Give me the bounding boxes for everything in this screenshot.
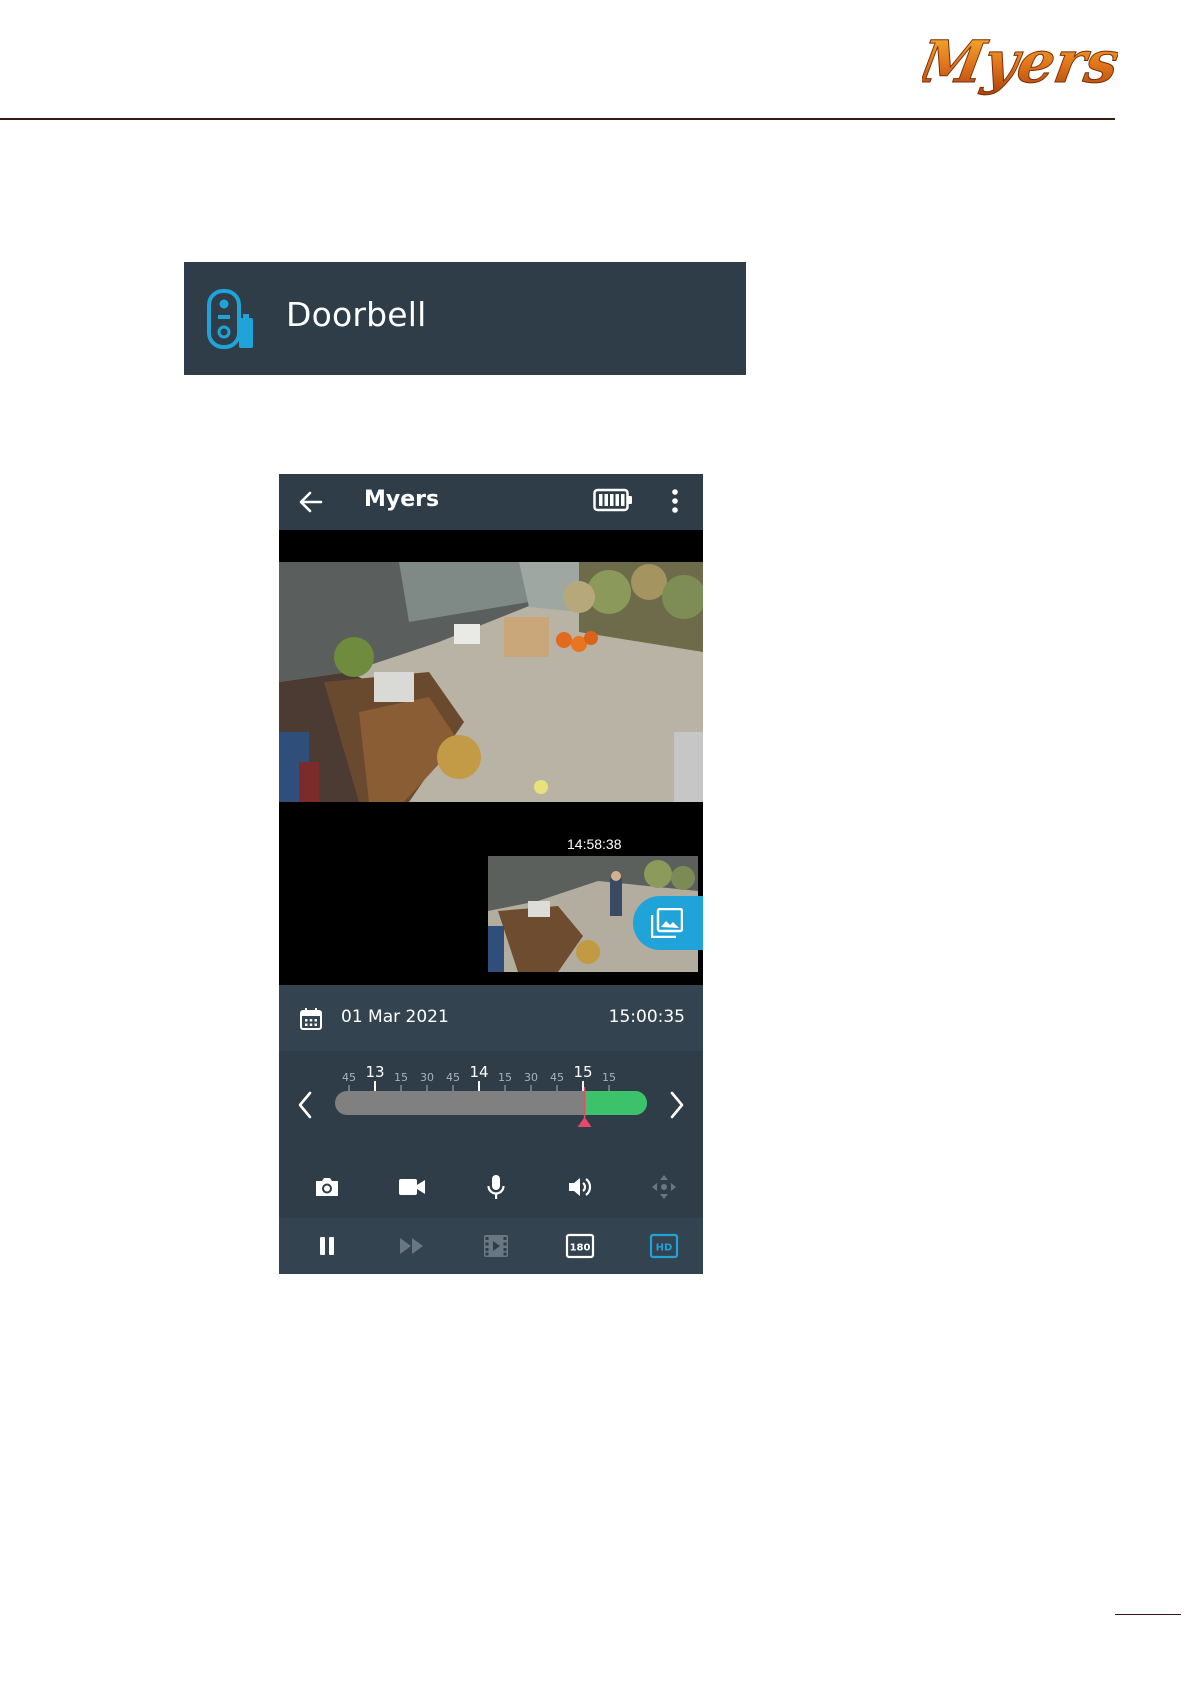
timeline-tick-label: 45 xyxy=(550,1071,564,1084)
camera-icon xyxy=(316,1178,338,1196)
gallery-icon xyxy=(651,908,683,938)
record-button[interactable] xyxy=(395,1170,429,1204)
recorded-segment-cap xyxy=(623,1091,647,1115)
myers-logo: Myers xyxy=(922,30,1118,96)
timeline-tick-label: 15 xyxy=(394,1071,408,1084)
timeline-tick-label: 30 xyxy=(420,1071,434,1084)
live-video-frame[interactable] xyxy=(279,562,703,802)
app-screenshot: Myers 14:58:38 01 Mar 2021 15:00:35 45 1… xyxy=(279,474,703,1274)
more-vert-icon[interactable] xyxy=(669,486,681,516)
battery-icon xyxy=(593,488,632,512)
svg-text:180: 180 xyxy=(570,1243,591,1254)
timeline-tick-label: 13 xyxy=(365,1063,384,1081)
hd-icon: HD xyxy=(649,1233,679,1259)
microphone-icon xyxy=(487,1175,505,1199)
playback-date[interactable]: 01 Mar 2021 xyxy=(341,1007,449,1027)
timeline-tick-label: 14 xyxy=(469,1063,488,1081)
fast-forward-icon xyxy=(400,1238,423,1254)
speaker-button[interactable] xyxy=(563,1170,597,1204)
back-arrow-icon[interactable] xyxy=(297,488,325,516)
timeline-tick-label: 15 xyxy=(498,1071,512,1084)
app-bar: Myers xyxy=(279,474,703,530)
doorbell-title: Doorbell xyxy=(286,295,427,334)
calendar-icon[interactable] xyxy=(299,1007,323,1031)
pause-icon xyxy=(320,1237,334,1255)
date-bar: 01 Mar 2021 15:00:35 xyxy=(279,985,703,1051)
footer-rule xyxy=(1115,1614,1181,1615)
film-icon xyxy=(484,1235,508,1257)
timeline-tick-label: 45 xyxy=(342,1071,356,1084)
timeline-tick-label: 45 xyxy=(446,1071,460,1084)
timeline-tick-label: 15 xyxy=(602,1071,616,1084)
doorbell-battery-icon xyxy=(207,289,253,349)
microphone-button[interactable] xyxy=(479,1170,513,1204)
ptz-button[interactable] xyxy=(647,1170,681,1204)
timeline-scale: 45 13 15 30 45 14 15 30 45 15 15 xyxy=(335,1063,647,1127)
gallery-button[interactable] xyxy=(633,896,703,950)
clip-button[interactable] xyxy=(479,1229,513,1263)
logo-text: Myers xyxy=(922,30,1118,96)
rotate-180-icon: 180 xyxy=(565,1233,595,1259)
timeline-tick-label: 15 xyxy=(573,1063,592,1081)
rotate-180-button[interactable]: 180 xyxy=(563,1229,597,1263)
pause-button[interactable] xyxy=(310,1229,344,1263)
move-arrows-icon xyxy=(652,1175,676,1199)
snapshot-button[interactable] xyxy=(310,1170,344,1204)
hd-toggle-button[interactable]: HD xyxy=(647,1229,681,1263)
controls-row-1 xyxy=(279,1155,703,1218)
volume-icon xyxy=(569,1178,592,1196)
timeline[interactable]: 45 13 15 30 45 14 15 30 45 15 15 xyxy=(279,1051,703,1155)
svg-text:HD: HD xyxy=(656,1243,673,1254)
timeline-tick-label: 30 xyxy=(524,1071,538,1084)
playback-time: 15:00:35 xyxy=(608,1007,685,1027)
fast-forward-button[interactable] xyxy=(395,1229,429,1263)
thumbnail-timestamp: 14:58:38 xyxy=(567,836,622,852)
videocam-icon xyxy=(399,1179,425,1195)
playhead-marker[interactable] xyxy=(577,1117,592,1127)
controls-row-2: 180 HD xyxy=(279,1218,703,1274)
doorbell-banner: Doorbell xyxy=(184,262,746,375)
header-rule xyxy=(0,118,1115,120)
device-title: Myers xyxy=(364,487,440,512)
